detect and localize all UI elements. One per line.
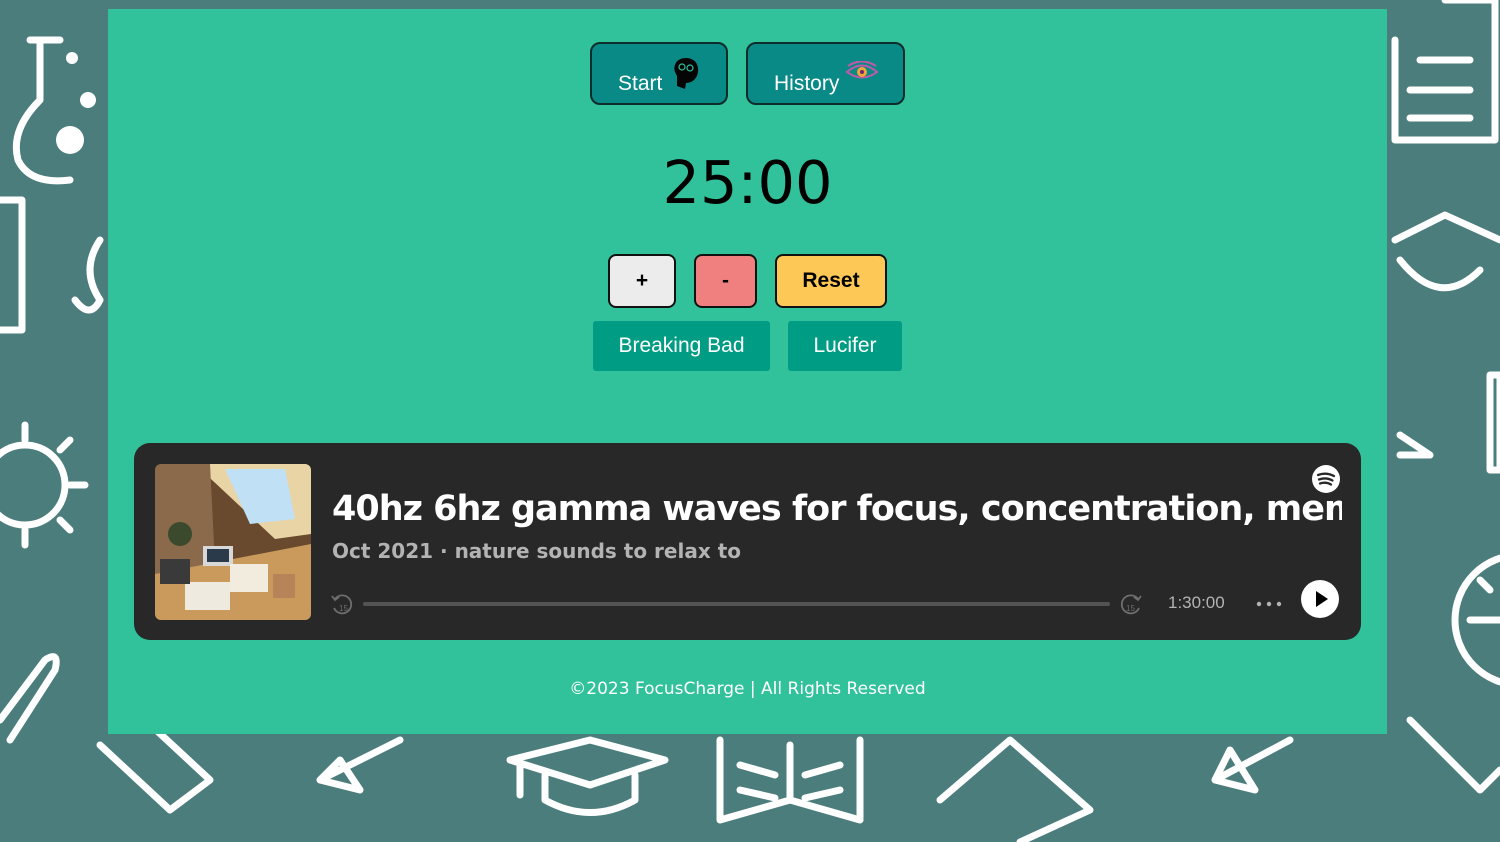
book-right-icon bbox=[1406, 716, 1500, 794]
theme-lucifer-button[interactable]: Lucifer bbox=[788, 321, 902, 371]
reset-button[interactable]: Reset bbox=[775, 254, 887, 308]
arrow-right-icon bbox=[1396, 431, 1434, 459]
skip-back-15-icon[interactable]: 15 bbox=[330, 593, 354, 617]
main-card: Start History 25:00 + - Reset Breaking B… bbox=[108, 9, 1387, 734]
gear-icon bbox=[0, 421, 89, 549]
track-subtitle[interactable]: Oct 2021 · nature sounds to relax to bbox=[332, 539, 741, 563]
more-options-icon[interactable] bbox=[1256, 601, 1282, 607]
book-bottom-center-icon bbox=[936, 736, 1094, 842]
bar-icon bbox=[1486, 371, 1500, 474]
open-book-icon bbox=[716, 736, 864, 824]
play-button-icon[interactable] bbox=[1301, 580, 1339, 618]
skip-forward-seconds: 15 bbox=[1126, 604, 1135, 613]
increase-time-button[interactable]: + bbox=[608, 254, 676, 308]
flask-icon bbox=[12, 36, 96, 185]
album-cover-image bbox=[155, 464, 311, 620]
track-title[interactable]: 40hz 6hz gamma waves for focus, concentr… bbox=[332, 489, 1342, 529]
clock-icon bbox=[1451, 554, 1500, 686]
spotify-icon[interactable] bbox=[1311, 464, 1341, 494]
flask-small-icon bbox=[71, 236, 104, 314]
pencil-icon bbox=[0, 653, 60, 744]
skip-forward-15-icon[interactable]: 15 bbox=[1119, 593, 1143, 617]
playback-progress-bar[interactable] bbox=[363, 602, 1110, 606]
theme-breaking-bad-button[interactable]: Breaking Bad bbox=[593, 321, 770, 371]
ruler-icon bbox=[0, 196, 26, 334]
footer-copyright: ©2023 FocusCharge | All Rights Reserved bbox=[569, 679, 926, 699]
pencil-bottom-icon bbox=[316, 736, 404, 794]
brain-head-icon bbox=[674, 58, 699, 89]
history-label: History bbox=[774, 72, 840, 95]
start-button[interactable]: Start bbox=[590, 42, 728, 105]
graduation-cap-icon bbox=[506, 736, 669, 816]
spotify-embed-player: 40hz 6hz gamma waves for focus, concentr… bbox=[134, 443, 1361, 640]
start-label: Start bbox=[618, 72, 663, 95]
eye-icon bbox=[845, 61, 879, 79]
document-icon bbox=[1391, 0, 1499, 144]
pencil-bottom-right-icon bbox=[1211, 736, 1294, 794]
timer-display: 25:00 bbox=[662, 148, 833, 217]
graduation-cap-right-icon bbox=[1391, 211, 1500, 292]
skip-back-seconds: 15 bbox=[339, 604, 348, 613]
history-button[interactable]: History bbox=[746, 42, 905, 105]
decrease-time-button[interactable]: - bbox=[694, 254, 757, 308]
track-duration: 1:30:00 bbox=[1168, 593, 1225, 612]
